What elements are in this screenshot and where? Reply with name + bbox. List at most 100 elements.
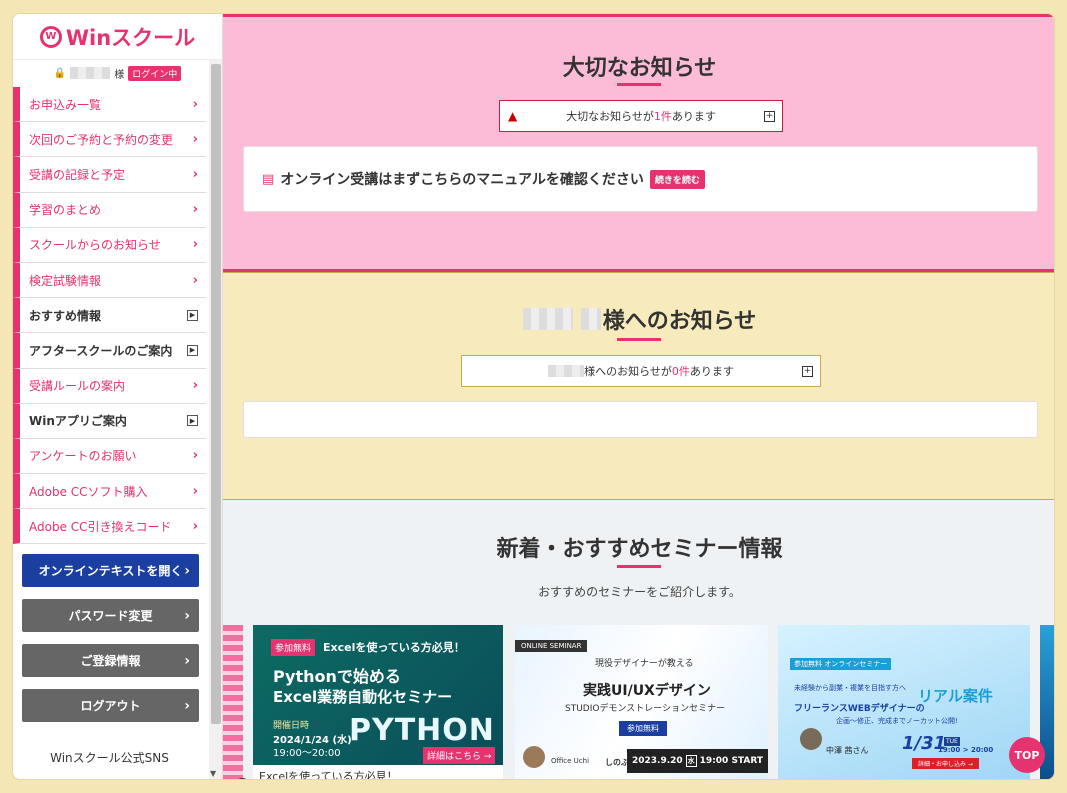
sidebar-item[interactable]: スクールからのお知らせ › <box>13 227 206 263</box>
expand-plus-icon: + <box>802 365 813 377</box>
sidebar: W Winスクール 🔒 様 ログイン中 お申込み一覧 › 次回のご予約と予約の変更 ›… <box>13 14 223 779</box>
chevron-right-icon: › <box>184 562 190 579</box>
online-text-label: オンラインテキストを開く <box>38 564 183 578</box>
personal-notice-section: 様へのお知らせ 様へのお知らせが 0件 あります + <box>223 272 1054 500</box>
detail-button[interactable]: 詳細はこちら → <box>423 747 496 764</box>
speaker-avatar <box>800 728 822 750</box>
date-label: 開催日時 <box>273 721 310 731</box>
important-title: 大切なお知らせ <box>562 56 717 81</box>
personal-notice-post: あります <box>689 365 734 378</box>
sidebar-item-label: Adobe CC引き換えコード <box>29 519 172 534</box>
sidebar-item[interactable]: Adobe CC引き換えコード › <box>13 509 206 545</box>
uiux-time: 19:00 START <box>699 756 764 766</box>
expand-plus-icon: + <box>764 110 775 122</box>
sidebar-item-label: 受講の記録と予定 <box>29 167 126 182</box>
seminar-card-webdesign[interactable]: 参加無料 オンラインセミナー 未経験から副業・複業を目指す方へ フリーランスWE… <box>778 625 1030 779</box>
webdesign-lead: 未経験から副業・複業を目指す方へ <box>794 684 906 692</box>
logout-button[interactable]: ログアウト › <box>22 689 199 722</box>
important-notice-section: 大切なお知らせ ▲ 大切なお知らせが 1件 あります + ▤ オンライン受講はま… <box>223 14 1054 272</box>
user-name-masked <box>548 365 585 377</box>
title-underline <box>617 83 661 86</box>
sidebar-item-label: スクールからのお知らせ <box>29 238 161 253</box>
webdesign-line2: フリーランスWEBデザイナーの <box>794 704 925 714</box>
personal-title: 様へのお知らせ <box>223 303 1054 335</box>
warning-icon: ▲ <box>508 109 518 123</box>
sidebar-item-label: おすすめ情報 <box>29 308 102 323</box>
sidebar-item-label: 検定試験情報 <box>29 273 102 288</box>
seminar-card-partial[interactable] <box>223 625 243 779</box>
webdesign-speaker: 中澤 茜さん <box>826 746 869 755</box>
sidebar-item[interactable]: アフタースクールのご案内 ▶ <box>13 333 206 369</box>
important-notice-post: あります <box>671 110 716 123</box>
important-notice-pre: 大切なお知らせが <box>566 110 654 123</box>
personal-notice-toggle[interactable]: 様へのお知らせが 0件 あります + <box>461 355 821 387</box>
personal-title-text: 様へのお知らせ <box>602 309 757 334</box>
uiux-lead: 現役デザイナーが教える <box>595 659 694 669</box>
uiux-datetime: 2023.9.20 水 19:00 START <box>627 749 768 773</box>
chevron-right-icon: › <box>192 448 198 464</box>
registration-info-button[interactable]: ご登録情報 › <box>22 644 199 677</box>
main-content: 大切なお知らせ ▲ 大切なお知らせが 1件 あります + ▤ オンライン受講はま… <box>223 14 1054 780</box>
seminar-card-uiux[interactable]: ONLINE SEMINAR 現役デザイナーが教える 実践UI/UXデザイン S… <box>515 625 768 779</box>
sidebar-item[interactable]: おすすめ情報 ▶ <box>13 298 206 334</box>
scroll-down-icon[interactable]: ▼ <box>210 769 216 778</box>
user-name-masked <box>70 67 111 79</box>
sidebar-item[interactable]: 次回のご予約と予約の変更 › <box>13 122 206 158</box>
uiux-sub: STUDIOデモンストレーションセミナー <box>565 704 726 714</box>
personal-notice-pre: 様へのお知らせが <box>584 365 672 378</box>
sidebar-item[interactable]: Adobe CCソフト購入 › <box>13 474 206 510</box>
sidebar-scroll-thumb[interactable] <box>211 64 221 724</box>
sidebar-item-label: Adobe CCソフト購入 <box>29 484 148 499</box>
webdesign-tag: 参加無料 オンラインセミナー <box>790 658 892 670</box>
webdesign-line3: 企画〜修正、完成までノーカット公開! <box>836 717 958 725</box>
password-change-button[interactable]: パスワード変更 › <box>22 599 199 632</box>
sidebar-item-label: Winアプリご案内 <box>29 414 127 429</box>
back-to-top-button[interactable]: TOP <box>1009 737 1045 773</box>
user-name-masked <box>522 308 573 330</box>
page-frame: W Winスクール 🔒 様 ログイン中 お申込み一覧 › 次回のご予約と予約の変更 ›… <box>12 13 1055 780</box>
chevron-right-icon: › <box>184 697 190 714</box>
online-seminar-tag: ONLINE SEMINAR <box>515 640 588 652</box>
title-underline <box>617 338 661 341</box>
sidebar-item-label: お申込み一覧 <box>29 97 102 112</box>
personal-notice-list <box>243 401 1038 438</box>
user-name-masked <box>580 308 601 330</box>
sidebar-item[interactable]: Winアプリご案内 ▶ <box>13 403 206 439</box>
sidebar-item[interactable]: アンケートのお願い › <box>13 438 206 475</box>
external-link-icon: ▶ <box>187 415 198 427</box>
user-status: 🔒 様 ログイン中 <box>13 60 222 86</box>
sidebar-item[interactable]: 検定試験情報 › <box>13 262 206 299</box>
online-text-button[interactable]: オンラインテキストを開く › <box>22 554 199 587</box>
chevron-right-icon: › <box>192 96 198 112</box>
external-link-icon: ▶ <box>187 344 198 356</box>
manual-notice-text[interactable]: オンライン受講はまずこちらのマニュアルを確認ください <box>280 169 644 189</box>
free-badge: 参加無料 <box>619 721 667 736</box>
chevron-right-icon: › <box>192 272 198 288</box>
seminar-card-python[interactable]: 参加無料 Excelを使っている方必見！ Pythonで始める Excel業務自… <box>253 625 503 780</box>
python-time: 19:00～20:00 <box>273 748 341 759</box>
logo[interactable]: W Winスクール <box>13 14 222 60</box>
chevron-right-icon: › <box>192 237 198 253</box>
chevron-right-icon: › <box>192 518 198 534</box>
uiux-date: 2023.9.20 <box>631 756 683 766</box>
read-more-button[interactable]: 続きを読む <box>649 169 705 189</box>
external-link-icon: ▶ <box>187 309 198 321</box>
sidebar-item[interactable]: 受講ルールの案内 › <box>13 368 206 404</box>
seminar-caption: Excelを使っている方必見！ <box>259 770 398 780</box>
seminar-title: 新着・おすすめセミナー情報 <box>496 537 783 562</box>
uiux-weekday: 水 <box>685 755 697 767</box>
chevron-right-icon: › <box>192 378 198 394</box>
important-notice-toggle[interactable]: ▲ 大切なお知らせが 1件 あります + <box>499 100 783 132</box>
python-ribbon: Excelを使っている方必見！ <box>323 641 465 654</box>
password-label: パスワード変更 <box>68 609 153 623</box>
manual-notice-card: ▤ オンライン受講はまずこちらのマニュアルを確認ください 続きを読む <box>243 146 1038 212</box>
seminar-subtitle: おすすめのセミナーをご紹介します。 <box>538 585 741 599</box>
webdesign-detail-button[interactable]: 詳細・お申し込み → <box>912 758 979 769</box>
sidebar-item[interactable]: 学習のまとめ › <box>13 192 206 228</box>
sidebar-item[interactable]: お申込み一覧 › <box>13 87 206 123</box>
sidebar-menu: お申込み一覧 › 次回のご予約と予約の変更 › 受講の記録と予定 › 学習のまとめ › スクール… <box>13 87 206 545</box>
logo-text: Winスクール <box>65 25 196 50</box>
python-bigword: PYTHON <box>349 713 495 748</box>
important-notice-count: 1件 <box>653 110 672 123</box>
sidebar-item[interactable]: 受講の記録と予定 › <box>13 157 206 193</box>
